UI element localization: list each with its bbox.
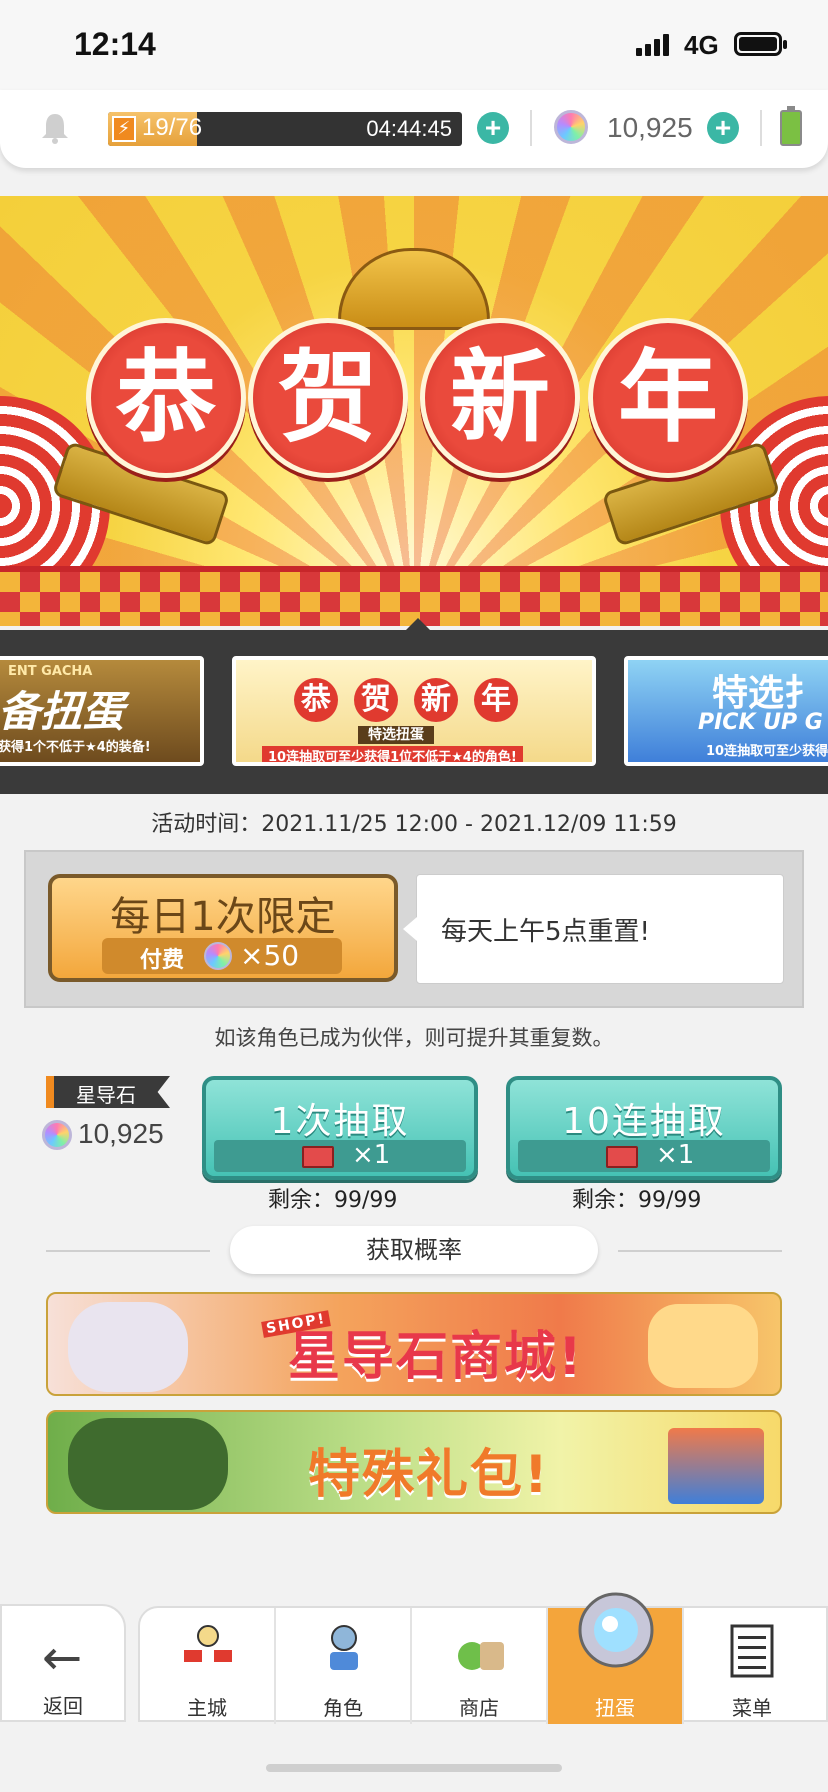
gift-bag-icon [668,1428,764,1504]
currency-count: 10,925 [78,1118,164,1149]
reset-info: 每天上午5点重置! [403,874,784,984]
carousel-card-new-year[interactable]: 恭 贺 新 年 特选扭蛋 10连抽取可至少获得1位不低于★4的角色! [232,656,596,766]
home-indicator[interactable] [266,1764,562,1772]
new-year-banner[interactable]: 恭 贺 新 年 [0,196,828,626]
single-pull-button[interactable]: 1次抽取 ×1 [202,1076,478,1180]
card-desc: 10连抽取可至少获得1位 [706,744,828,759]
duplicate-note: 如该角色已成为伙伴，则可提升其重复数。 [214,1026,614,1050]
lightning-icon: ⚡ [112,116,136,142]
tab-menu[interactable]: 菜单 [684,1608,820,1724]
drop-rate-button[interactable]: 获取概率 [230,1226,598,1274]
daily-limited-panel: 每日1次限定 付费 ×50 每天上午5点重置! [24,850,804,1008]
special-pack-banner[interactable]: 特殊礼包! [46,1410,782,1514]
signal-icon [636,34,672,56]
pull-cost: ×1 [214,1140,466,1172]
tab-main-city[interactable]: 主城 [140,1608,276,1724]
network-type: 4G [684,30,719,60]
carousel-card-pickup[interactable]: 特选扌 PICK UP G 10连抽取可至少获得1位 [624,656,828,766]
character-portrait [68,1302,188,1392]
ticket-icon [606,1146,638,1168]
daily-cost: 付费 ×50 [102,938,342,974]
ticket-multiplier: ×1 [352,1140,391,1170]
gem-icon [554,110,588,144]
card-title: 特选扌 [712,673,821,714]
pack-title: 特殊礼包! [308,1445,550,1505]
ticket-icon [302,1146,334,1168]
pull-title: 1次抽取 [270,1101,410,1142]
banner-char-1: 恭 [86,318,246,478]
card-char-1: 恭 [294,678,338,722]
add-gems-button[interactable]: + [707,112,739,144]
pull-title: 10连抽取 [562,1101,726,1142]
bell-icon[interactable] [40,112,70,144]
banner-char-4: 年 [588,318,748,478]
add-stamina-button[interactable]: + [477,112,509,144]
card-char-2: 贺 [354,678,398,722]
device-battery-icon [780,106,802,146]
gacha-carousel[interactable]: ENT GACHA 备扭蛋 获得1个不低于★4的装备! 恭 贺 新 年 特选扭蛋… [0,618,828,794]
banner-char-3: 新 [420,318,580,478]
character-portrait [68,1418,228,1510]
divider [46,1250,210,1252]
event-time: 活动时间：2021.11/25 12:00 - 2021.12/09 11:59 [151,812,677,837]
gem-icon [204,942,232,970]
resource-bar: ⚡ 19/76 04:44:45 + 10,925 + [0,90,828,168]
nav-tabs: 主城 角色 商店 扭蛋 菜单 [138,1592,828,1724]
tab-gacha[interactable]: 扭蛋 [548,1592,684,1724]
back-arrow-icon: ← [42,1630,83,1686]
back-label: 返回 [43,1694,83,1718]
ten-pull-button[interactable]: 10连抽取 ×1 [506,1076,782,1180]
stamina-count: 19/76 [142,114,203,141]
ten-pull-remaining: 剩余：99/99 [572,1188,702,1213]
back-button[interactable]: ← 返回 [0,1604,126,1722]
tab-characters[interactable]: 角色 [276,1608,412,1724]
carousel-card-equipment[interactable]: ENT GACHA 备扭蛋 获得1个不低于★4的装备! [0,656,204,766]
divider [618,1250,782,1252]
card-desc: 10连抽取可至少获得1位不低于★4的角色! [262,746,523,762]
reset-text: 每天上午5点重置! [441,917,650,947]
card-char-3: 新 [414,678,458,722]
checker-border [0,566,828,626]
tab-shop[interactable]: 商店 [412,1608,548,1724]
currency-tag: 星导石 [46,1076,170,1108]
mascot-icon [648,1304,758,1388]
single-pull-remaining: 剩余：99/99 [268,1188,398,1213]
cost-multiplier: ×50 [240,939,300,972]
status-time: 12:14 [74,26,156,62]
character-icon [330,1625,358,1670]
main-city-icon [184,1625,232,1662]
tab-label: 角色 [323,1696,363,1720]
tab-label: 扭蛋 [595,1696,635,1720]
ticket-multiplier: ×1 [656,1140,695,1170]
menu-list-icon [730,1624,774,1678]
status-bar: 12:14 4G [0,0,828,90]
stamina-timer: 04:44:45 [366,116,452,141]
currency-label: 星导石 [76,1083,136,1107]
tab-label: 主城 [187,1696,227,1720]
shop-title: 星导石商城! [288,1327,584,1387]
divider [530,110,532,146]
tab-label: 菜单 [732,1696,772,1720]
card-pickup: PICK UP G [698,710,823,735]
star-stone-shop-banner[interactable]: SHOP! 星导石商城! [46,1292,782,1396]
banner-char-2: 贺 [248,318,408,478]
cost-label: 付费 [140,948,185,973]
gem-count: 10,925 [607,112,693,143]
divider [760,110,762,146]
pull-cost: ×1 [518,1140,770,1172]
daily-limited-button[interactable]: 每日1次限定 付费 ×50 [48,874,398,982]
bottom-nav: ← 返回 主城 角色 商店 扭蛋 菜单 [0,1592,828,1724]
card-desc: 获得1个不低于★4的装备! [0,740,151,755]
gacha-orb-icon [578,1592,654,1668]
tab-label: 商店 [459,1696,499,1720]
battery-icon [734,32,787,56]
stamina-bar: ⚡ 19/76 04:44:45 [108,112,462,146]
card-title: 备扭蛋 [0,687,125,736]
star-stone-icon [42,1120,72,1150]
shop-bag-icon [458,1642,504,1670]
card-tag: 特选扭蛋 [358,726,434,744]
card-char-4: 年 [474,678,518,722]
daily-title: 每日1次限定 [110,894,336,940]
card-subtitle: ENT GACHA [8,664,93,679]
